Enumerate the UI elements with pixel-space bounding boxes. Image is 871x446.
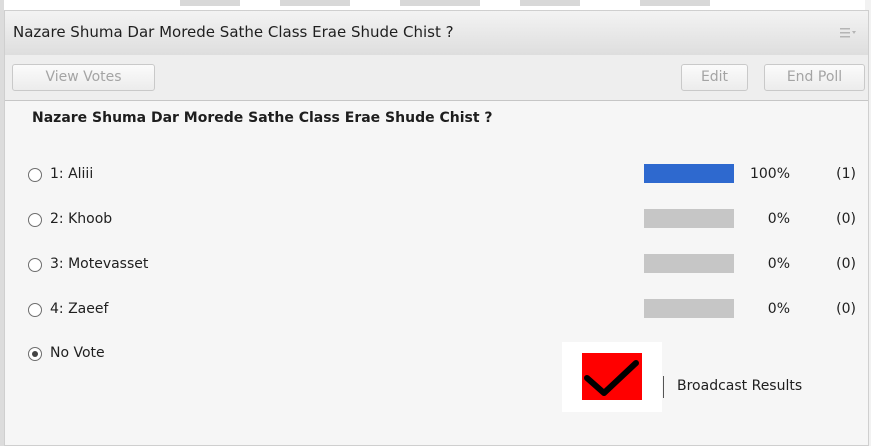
poll-option-row[interactable]: 4: Zaeef 0% (0) <box>0 297 871 325</box>
poll-title: Nazare Shuma Dar Morede Sathe Class Erae… <box>13 23 454 41</box>
broadcast-results-label[interactable]: Broadcast Results <box>677 378 802 394</box>
option-radio-button[interactable] <box>28 303 42 317</box>
option-radio-button[interactable] <box>28 168 42 182</box>
option-label: 2: Khoob <box>50 211 113 227</box>
option-label: 1: Aliii <box>50 166 94 182</box>
no-vote-radio-button[interactable] <box>28 347 42 361</box>
result-percent: 0% <box>767 256 790 272</box>
result-percent: 100% <box>749 166 790 182</box>
poll-toolbar: View Votes Edit End Poll <box>5 55 868 101</box>
poll-titlebar: Nazare Shuma Dar Morede Sathe Class Erae… <box>5 11 868 56</box>
result-percent: 0% <box>767 211 790 227</box>
result-bar-fill <box>644 164 734 183</box>
checkmark-icon <box>584 360 639 396</box>
background-strip-top <box>180 0 740 6</box>
poll-option-row[interactable]: 1: Aliii 100% (1) <box>0 162 871 190</box>
broadcast-checkbox-frame <box>562 342 662 412</box>
result-count: (0) <box>836 301 856 317</box>
option-label: 4: Zaeef <box>50 301 109 317</box>
result-bar-track <box>644 299 734 318</box>
poll-option-row[interactable]: 2: Khoob 0% (0) <box>0 207 871 235</box>
broadcast-divider <box>663 376 664 398</box>
result-percent: 0% <box>767 301 790 317</box>
result-count: (0) <box>836 211 856 227</box>
view-votes-button[interactable]: View Votes <box>12 64 155 91</box>
hamburger-menu-icon[interactable] <box>840 28 856 38</box>
result-bar-track <box>644 209 734 228</box>
poll-option-row[interactable]: 3: Motevasset 0% (0) <box>0 252 871 280</box>
edit-button[interactable]: Edit <box>681 64 748 91</box>
broadcast-results-checkbox[interactable] <box>582 353 642 400</box>
option-label: 3: Motevasset <box>50 256 149 272</box>
result-count: (0) <box>836 256 856 272</box>
end-poll-button[interactable]: End Poll <box>764 64 865 91</box>
no-vote-row[interactable]: No Vote <box>0 341 871 369</box>
option-radio-button[interactable] <box>28 213 42 227</box>
poll-question: Nazare Shuma Dar Morede Sathe Class Erae… <box>32 110 493 126</box>
result-bar-track <box>644 254 734 273</box>
result-bar-track <box>644 164 734 183</box>
option-radio-button[interactable] <box>28 258 42 272</box>
result-count: (1) <box>836 166 856 182</box>
no-vote-label: No Vote <box>50 345 105 361</box>
